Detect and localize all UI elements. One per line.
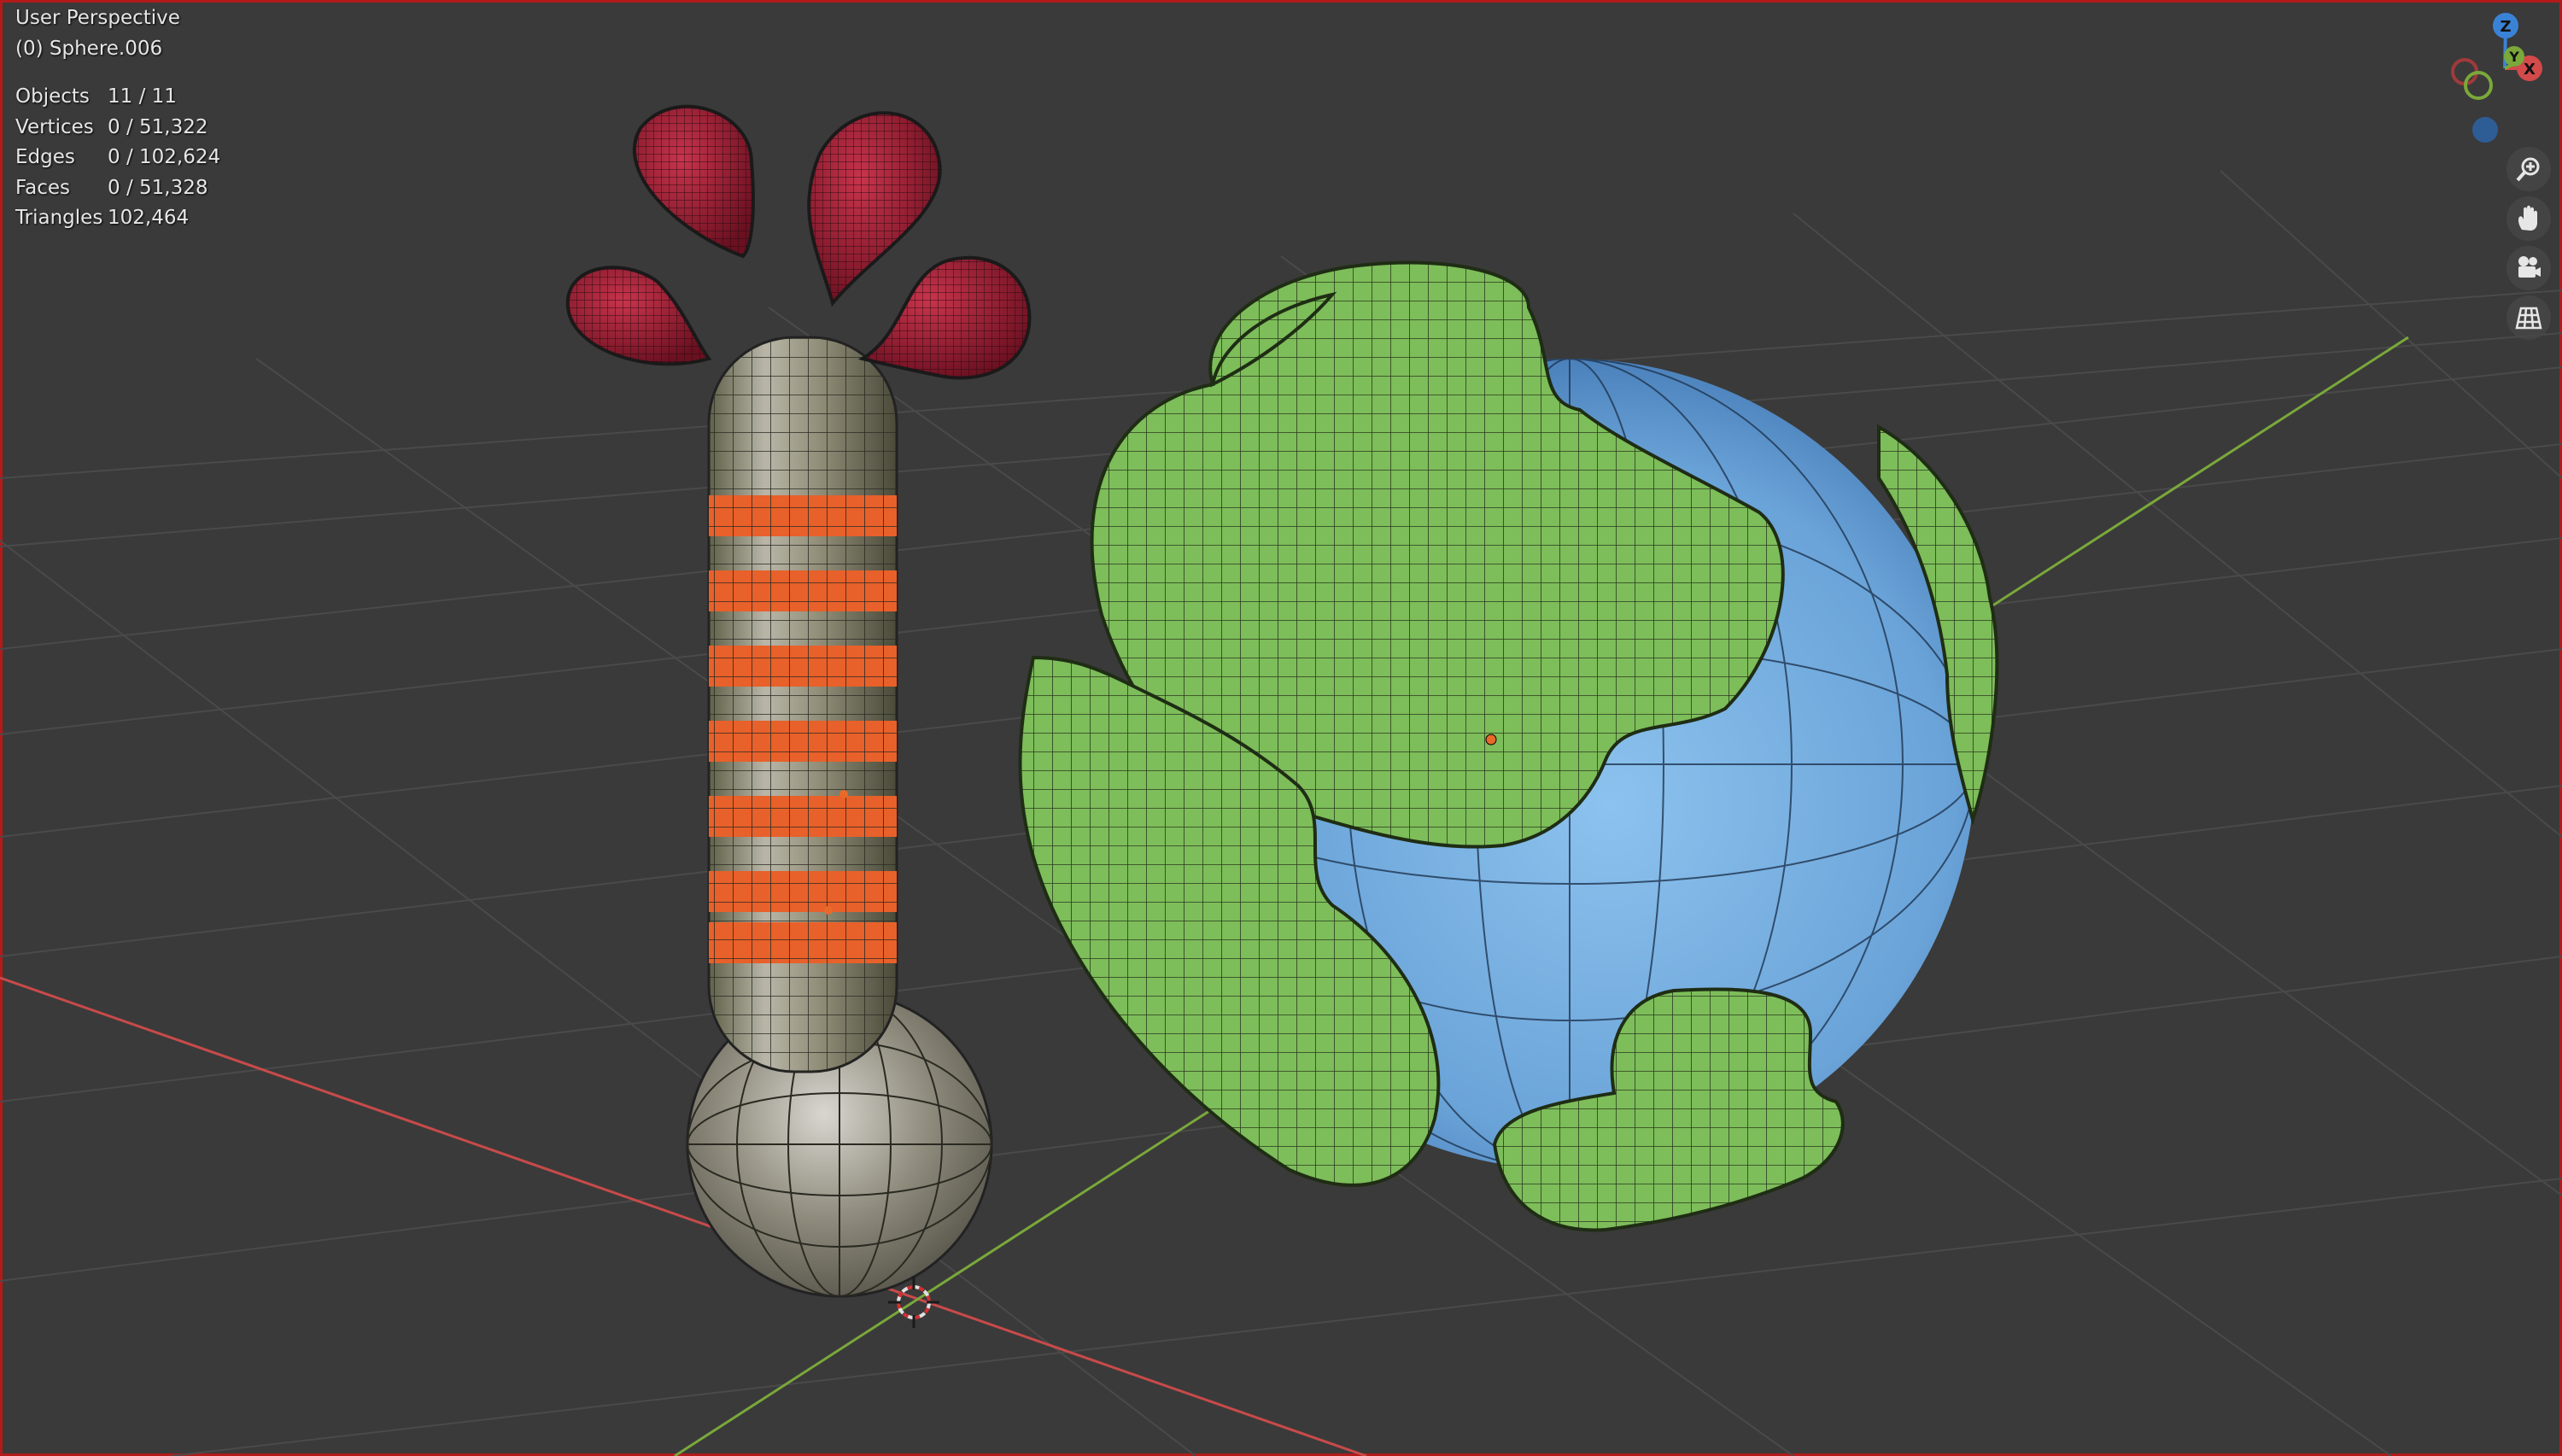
- gizmo-x-label: X: [2524, 61, 2536, 79]
- drop-center-top: [807, 111, 942, 307]
- stat-row-triangles: Triangles 102,464: [15, 207, 220, 237]
- active-object-label: (0) Sphere.006: [15, 38, 163, 60]
- stat-label: Vertices: [15, 115, 94, 138]
- drop-left-bottom: [565, 266, 712, 366]
- stat-row-faces: Faces 0 / 51,328: [15, 177, 220, 208]
- gizmo-neg-z[interactable]: [2472, 117, 2498, 143]
- zoom-icon: [2516, 157, 2540, 182]
- stat-value: 102,464: [108, 207, 190, 229]
- stat-row-edges: Edges 0 / 102,624: [15, 146, 220, 177]
- camera-view-button[interactable]: [2506, 246, 2551, 290]
- stat-value: 0 / 51,328: [108, 176, 208, 199]
- stat-value: 11 / 11: [108, 85, 177, 108]
- grid-icon: [2515, 307, 2542, 330]
- stat-label: Triangles: [15, 207, 103, 229]
- 3d-viewport[interactable]: User Perspective (0) Sphere.006 Objects 1…: [0, 0, 2562, 1456]
- thermometer-object[interactable]: [686, 336, 993, 1298]
- stat-value: 0 / 102,624: [108, 146, 221, 168]
- globe-object[interactable]: [1018, 260, 1999, 1232]
- stat-label: Edges: [15, 146, 75, 168]
- navigation-gizmo[interactable]: Z X Y: [2417, 0, 2562, 145]
- stat-row-vertices: Vertices 0 / 51,322: [15, 116, 220, 147]
- stat-value: 0 / 51,322: [108, 115, 208, 138]
- scene-statistics: Objects 11 / 11 Vertices 0 / 51,322 Edges 0…: [15, 85, 220, 237]
- zoom-button[interactable]: [2506, 147, 2551, 191]
- gizmo-y-label: Y: [2508, 49, 2519, 65]
- projection-toggle-button[interactable]: [2506, 295, 2551, 340]
- gizmo-neg-x[interactable]: [2451, 58, 2478, 85]
- stat-label: Objects: [15, 85, 90, 108]
- pan-button[interactable]: [2506, 196, 2551, 241]
- drop-right-bottom: [857, 255, 1032, 380]
- gizmo-neg-y[interactable]: [2464, 71, 2493, 100]
- scene-canvas[interactable]: [0, 0, 2562, 1456]
- gizmo-z-label: Z: [2500, 18, 2511, 36]
- drop-left-top: [633, 104, 755, 259]
- camera-icon: [2518, 256, 2541, 278]
- stat-row-objects: Objects 11 / 11: [15, 85, 220, 116]
- hand-pan-icon: [2518, 205, 2537, 231]
- stat-label: Faces: [15, 176, 70, 199]
- view-name-label: User Perspective: [15, 7, 180, 29]
